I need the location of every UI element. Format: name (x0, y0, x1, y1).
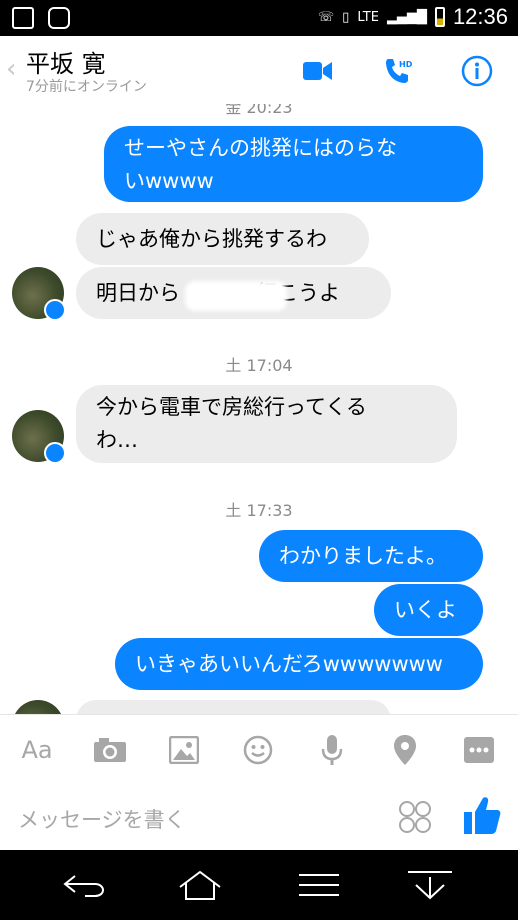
message-text: 明日から (96, 281, 180, 305)
message-outgoing[interactable]: わかりましたよ。 (259, 530, 483, 582)
image-notification-icon (12, 7, 34, 29)
message-outgoing[interactable]: いくよ (374, 584, 483, 636)
nav-menu-button[interactable] (295, 866, 343, 904)
info-button[interactable] (459, 53, 495, 89)
message-text: いくよ (394, 598, 457, 622)
nav-back-button[interactable] (60, 866, 108, 904)
contact-name: 平坂 寛 (26, 50, 106, 78)
video-call-button[interactable] (300, 53, 336, 89)
voice-message-button[interactable] (315, 733, 349, 767)
messenger-badge-icon (44, 442, 66, 464)
nav-hide-keyboard-button[interactable] (406, 866, 454, 904)
avatar[interactable] (12, 410, 66, 464)
message-text: じゃあ俺から挑発するわ (96, 227, 327, 251)
redaction-mask (185, 281, 287, 311)
phone-hd-icon: HD (386, 59, 413, 83)
gallery-button[interactable] (167, 733, 201, 767)
back-arrow-icon (63, 875, 105, 897)
message-text: わかりましたよ。 (279, 544, 447, 568)
nav-home-button[interactable] (176, 866, 224, 904)
battery-icon (434, 7, 445, 27)
text-format-button[interactable]: Aa (20, 733, 54, 767)
down-arrow-icon (408, 871, 452, 900)
message-text: いきゃあいいんだろwwwwwww (135, 652, 443, 676)
camera-icon (94, 738, 126, 762)
message-text-line: 今から電車で房総行ってくる (96, 395, 367, 419)
message-incoming[interactable]: じゃあ俺から挑発するわ (76, 213, 369, 265)
sticker-button[interactable] (241, 733, 275, 767)
avatar[interactable] (12, 700, 64, 714)
more-options-button[interactable] (462, 733, 496, 767)
camera-button[interactable] (93, 733, 127, 767)
thumbs-up-icon (464, 797, 501, 834)
system-navigation-bar (0, 850, 518, 920)
message-list[interactable]: 金 20:23 せーやさんの挑発にはのらな いwwww じゃあ俺から挑発するわ … (0, 104, 518, 714)
message-incoming[interactable] (76, 700, 391, 714)
shield-notification-icon (48, 7, 70, 29)
messenger-badge-icon (44, 299, 66, 321)
avatar[interactable] (12, 267, 66, 321)
location-button[interactable] (388, 733, 422, 767)
message-outgoing[interactable]: せーやさんの挑発にはのらな いwwww (104, 126, 483, 202)
back-chevron-icon[interactable]: ‹ (6, 54, 16, 84)
video-camera-icon (303, 62, 332, 80)
nfc-icon: ▯ (342, 9, 350, 25)
message-text-line: いwwww (124, 169, 214, 193)
info-icon (461, 55, 493, 87)
timestamp: 金 20:23 (225, 104, 293, 117)
chat-header: ‹ 平坂 寛 7分前にオンライン HD (0, 36, 518, 105)
signal-icon: ▂▄▆█ (386, 9, 427, 25)
message-outgoing[interactable]: いきゃあいいんだろwwwwwww (115, 638, 483, 690)
composer-toolbar: Aa (0, 714, 518, 785)
microphone-icon (321, 735, 343, 765)
status-bar: ☏ ▯ LTE ▂▄▆█ 12:36 (0, 0, 518, 36)
network-type-label: LTE (357, 9, 379, 25)
presence-status: 7分前にオンライン (26, 79, 147, 95)
timestamp: 土 17:04 (225, 356, 293, 375)
vibrate-icon: ☏ (317, 9, 335, 25)
message-text-line: わ… (96, 428, 138, 452)
image-icon (169, 736, 199, 764)
emoji-faces-icon (399, 801, 431, 833)
like-button[interactable] (462, 794, 502, 840)
message-input[interactable]: メッセージを書く (18, 804, 186, 834)
more-dots-icon (464, 737, 494, 763)
svg-text:HD: HD (399, 60, 413, 69)
smiley-icon (243, 735, 273, 765)
composer: メッセージを書く (0, 784, 518, 850)
home-icon (179, 870, 221, 900)
clock: 12:36 (452, 4, 508, 29)
message-incoming[interactable]: 今から電車で房総行ってくる わ… (76, 385, 457, 463)
message-text-line: せーやさんの挑発にはのらな (124, 136, 397, 160)
emoji-button[interactable] (398, 800, 432, 838)
hd-voice-call-button[interactable]: HD (380, 53, 416, 89)
menu-lines-icon (299, 874, 339, 896)
timestamp: 土 17:33 (225, 501, 293, 520)
location-pin-icon (394, 735, 416, 765)
